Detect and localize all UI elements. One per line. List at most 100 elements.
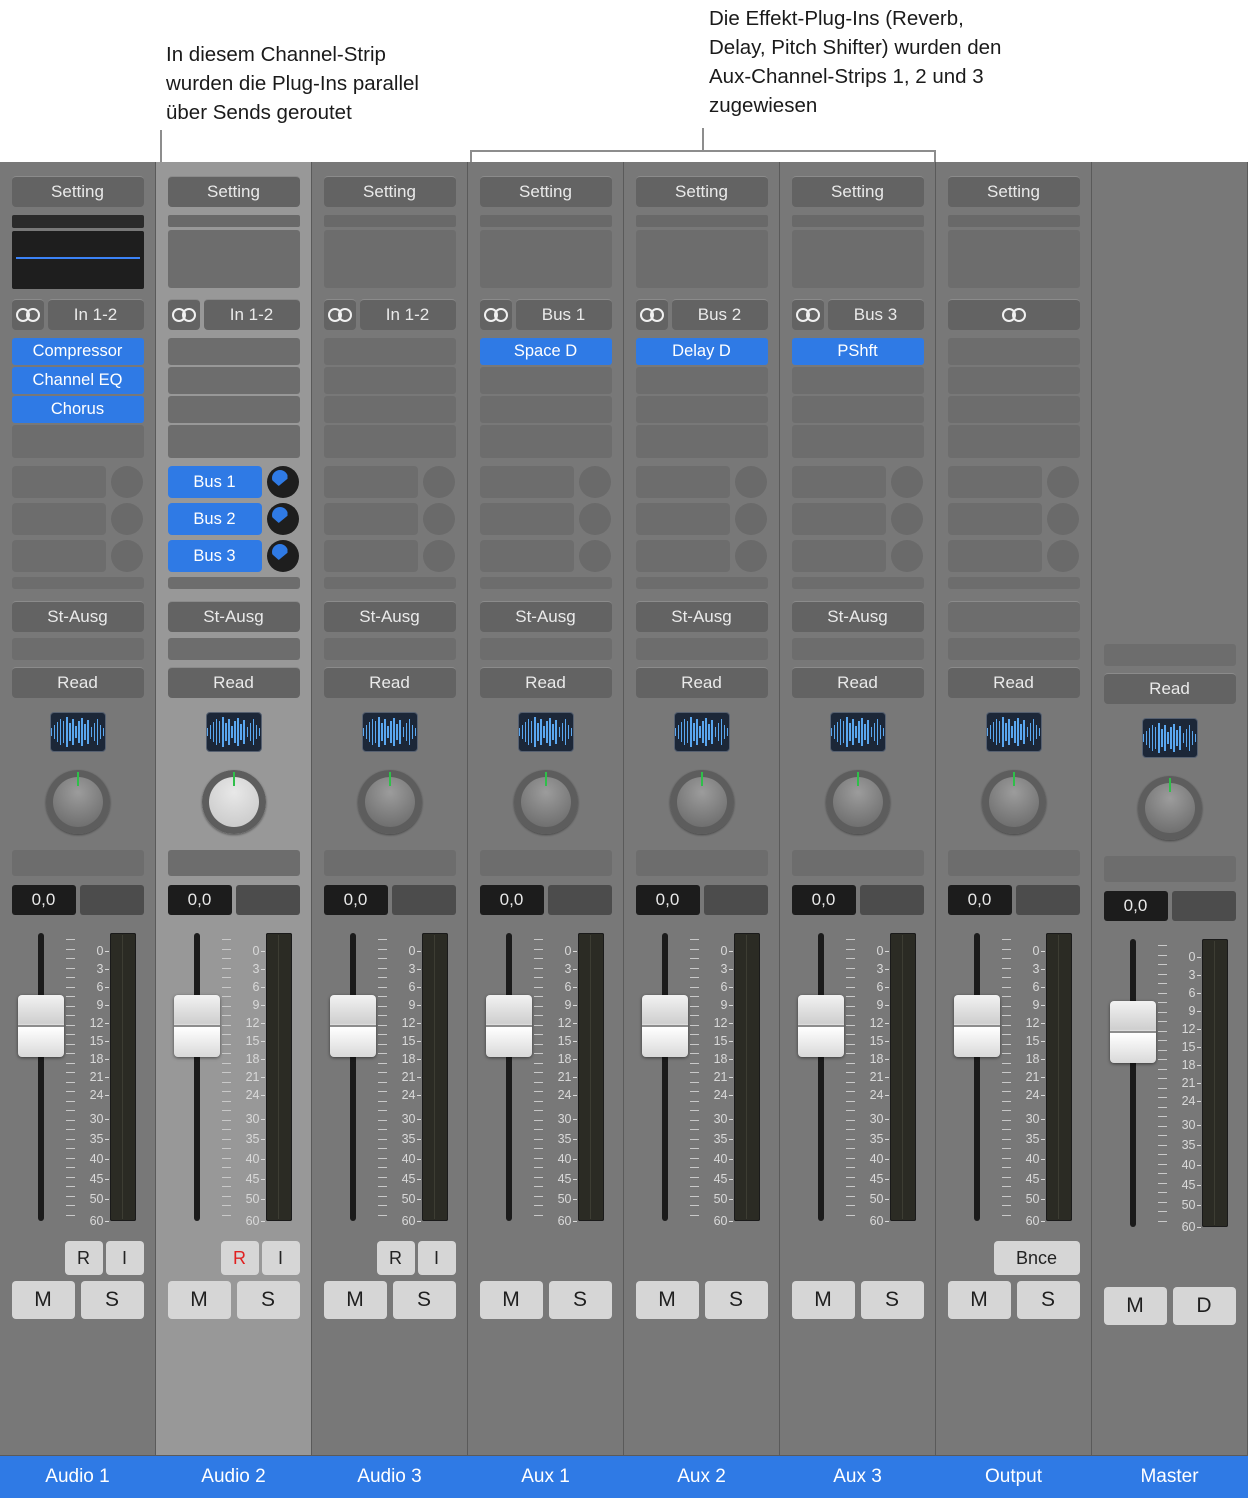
send-label-2-aux-2[interactable] (635, 503, 730, 535)
send-label-1-audio-1[interactable] (11, 466, 106, 498)
eq-thumbnail-aux-2[interactable] (635, 215, 768, 291)
insert-slot-2-aux-1[interactable] (479, 367, 612, 394)
channel-name-aux-2[interactable]: Aux 2 (623, 1455, 780, 1498)
insert-slot-1-audio-2[interactable] (167, 338, 300, 365)
input-label-aux-1[interactable]: Bus 1 (515, 298, 612, 330)
mute-button-aux-2[interactable]: M (635, 1281, 699, 1319)
fader-handle-output[interactable] (953, 995, 1000, 1057)
insert-slot-2-aux-3[interactable] (791, 367, 924, 394)
send-knob-2-aux-2[interactable] (734, 503, 767, 535)
eq-thumbnail-audio-1[interactable] (11, 215, 144, 291)
setting-button-audio-2[interactable]: Setting (167, 176, 300, 207)
channel-name-output[interactable]: Output (935, 1455, 1092, 1498)
insert-slot-empty-rest-aux-1[interactable] (479, 425, 612, 458)
eq-slot-empty-b[interactable] (323, 230, 456, 288)
input-monitor-button-audio-1[interactable]: I (105, 1241, 144, 1275)
output-assign-empty-output[interactable] (947, 601, 1080, 632)
fader-handle-master[interactable] (1109, 1001, 1156, 1063)
gain-secondary-field-aux-1[interactable] (547, 885, 612, 915)
pan-value-slot-audio-1[interactable] (11, 850, 144, 876)
channel-name-audio-1[interactable]: Audio 1 (0, 1455, 156, 1498)
insert-slot-3-aux-2[interactable] (635, 396, 768, 423)
eq-thumbnail-aux-3[interactable] (791, 215, 924, 291)
solo-button-aux-1[interactable]: S (548, 1281, 612, 1319)
stereo-circles-icon-aux-2[interactable] (635, 298, 668, 330)
waveform-icon-audio-3[interactable] (361, 712, 418, 752)
pan-knob-audio-2[interactable] (198, 766, 270, 838)
pan-value-slot-aux-1[interactable] (479, 850, 612, 876)
send-knob-3-audio-2[interactable] (266, 540, 299, 572)
send-label-2-aux-3[interactable] (791, 503, 886, 535)
send-label-3-aux-1[interactable] (479, 540, 574, 572)
send-label-3-audio-1[interactable] (11, 540, 106, 572)
insert-slot-3-aux-1[interactable] (479, 396, 612, 423)
insert-slot-1-audio-1[interactable]: Compressor (11, 338, 144, 365)
send-knob-1-audio-2[interactable] (266, 466, 299, 498)
solo-button-output[interactable]: S (1016, 1281, 1080, 1319)
output-assign-aux-1[interactable]: St-Ausg (479, 601, 612, 632)
gain-value-output[interactable]: 0,0 (947, 885, 1012, 915)
eq-slot-empty-b[interactable] (947, 230, 1080, 288)
gain-value-aux-2[interactable]: 0,0 (635, 885, 700, 915)
gain-secondary-field-audio-1[interactable] (79, 885, 144, 915)
gain-value-master[interactable]: 0,0 (1103, 891, 1168, 921)
output-assign-audio-3[interactable]: St-Ausg (323, 601, 456, 632)
record-enable-button-audio-2[interactable]: R (220, 1241, 259, 1275)
send-label-1-aux-1[interactable] (479, 466, 574, 498)
fader-track-master[interactable] (1129, 939, 1136, 1227)
eq-slot-empty-b[interactable] (635, 230, 768, 288)
send-label-3-audio-2[interactable]: Bus 3 (167, 540, 262, 572)
send-knob-2-audio-3[interactable] (422, 503, 455, 535)
pan-knob-output[interactable] (978, 766, 1050, 838)
setting-button-aux-3[interactable]: Setting (791, 176, 924, 207)
fader-track-aux-3[interactable] (817, 933, 824, 1221)
send-label-1-aux-3[interactable] (791, 466, 886, 498)
eq-slot-empty-b[interactable] (479, 230, 612, 288)
output-assign-audio-1[interactable]: St-Ausg (11, 601, 144, 632)
insert-slot-2-output[interactable] (947, 367, 1080, 394)
send-knob-3-aux-3[interactable] (890, 540, 923, 572)
waveform-icon-output[interactable] (985, 712, 1042, 752)
send-knob-1-aux-2[interactable] (734, 466, 767, 498)
input-label-audio-2[interactable]: In 1-2 (203, 298, 300, 330)
send-knob-2-aux-3[interactable] (890, 503, 923, 535)
solo-button-aux-2[interactable]: S (704, 1281, 768, 1319)
eq-slot-empty-a[interactable] (479, 215, 612, 227)
fader-handle-aux-3[interactable] (797, 995, 844, 1057)
stereo-circles-icon-output[interactable] (947, 298, 1080, 330)
pan-value-slot-output[interactable] (947, 850, 1080, 876)
group-slot-aux-1[interactable] (479, 638, 612, 660)
insert-slot-3-audio-3[interactable] (323, 396, 456, 423)
send-knob-3-audio-1[interactable] (110, 540, 143, 572)
eq-thumbnail-output[interactable] (947, 215, 1080, 291)
send-knob-1-aux-1[interactable] (578, 466, 611, 498)
output-assign-aux-3[interactable]: St-Ausg (791, 601, 924, 632)
insert-slot-3-audio-2[interactable] (167, 396, 300, 423)
stereo-circles-icon-audio-3[interactable] (323, 298, 356, 330)
mute-button-output[interactable]: M (947, 1281, 1011, 1319)
gain-value-audio-2[interactable]: 0,0 (167, 885, 232, 915)
insert-slot-1-aux-2[interactable]: Delay D (635, 338, 768, 365)
record-enable-button-audio-1[interactable]: R (64, 1241, 103, 1275)
send-knob-1-aux-3[interactable] (890, 466, 923, 498)
insert-slot-3-aux-3[interactable] (791, 396, 924, 423)
send-knob-3-audio-3[interactable] (422, 540, 455, 572)
insert-slot-2-audio-1[interactable]: Channel EQ (11, 367, 144, 394)
insert-slot-2-audio-2[interactable] (167, 367, 300, 394)
group-slot-aux-2[interactable] (635, 638, 768, 660)
setting-button-audio-3[interactable]: Setting (323, 176, 456, 207)
send-label-2-audio-3[interactable] (323, 503, 418, 535)
gain-value-aux-1[interactable]: 0,0 (479, 885, 544, 915)
send-knob-1-audio-1[interactable] (110, 466, 143, 498)
waveform-icon-master[interactable] (1141, 718, 1198, 758)
eq-thumbnail-aux-1[interactable] (479, 215, 612, 291)
eq-thumbnail-master[interactable] (1104, 214, 1236, 290)
channel-name-master[interactable]: Master (1091, 1455, 1248, 1498)
gain-secondary-field-output[interactable] (1015, 885, 1080, 915)
send-label-1-audio-2[interactable]: Bus 1 (167, 466, 262, 498)
send-knob-1-audio-3[interactable] (422, 466, 455, 498)
gain-secondary-field-aux-3[interactable] (859, 885, 924, 915)
dim-button-master[interactable]: D (1172, 1287, 1236, 1325)
waveform-icon-aux-2[interactable] (673, 712, 730, 752)
pan-value-slot-aux-3[interactable] (791, 850, 924, 876)
